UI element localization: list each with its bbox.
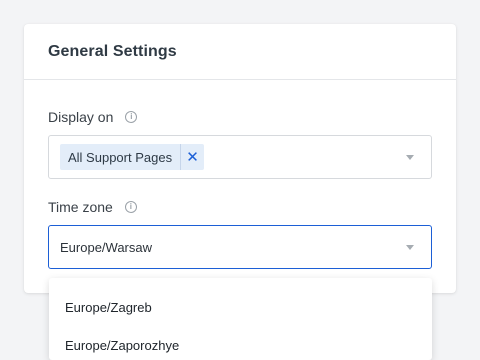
time-zone-field: Time zone i Europe/Warsaw [48,198,432,269]
time-zone-select[interactable]: Europe/Warsaw [48,225,432,269]
display-on-label: Display on [48,109,114,125]
info-icon[interactable]: i [124,201,137,213]
dropdown-option[interactable]: Europe/Zaporozhye [49,326,432,360]
dropdown-option[interactable]: Europe/Zagreb [49,288,432,326]
chip-label: All Support Pages [68,149,173,165]
page: General Settings Display on i All Suppor… [0,0,480,360]
close-icon[interactable]: ✕ [180,144,204,170]
time-zone-value: Europe/Warsaw [60,239,152,255]
info-icon[interactable]: i [125,111,138,123]
chevron-down-icon[interactable] [406,245,414,250]
card-header: General Settings [24,24,456,80]
time-zone-dropdown: Europe/Zagreb Europe/Zaporozhye [49,278,432,360]
chevron-down-icon[interactable] [406,155,414,160]
general-settings-card: General Settings Display on i All Suppor… [24,24,456,293]
display-on-chip: All Support Pages ✕ [60,144,205,170]
display-on-select[interactable]: All Support Pages ✕ [48,135,432,179]
display-on-field: Display on i All Support Pages ✕ [48,108,432,179]
card-title: General Settings [48,42,177,60]
time-zone-label: Time zone [48,199,113,215]
